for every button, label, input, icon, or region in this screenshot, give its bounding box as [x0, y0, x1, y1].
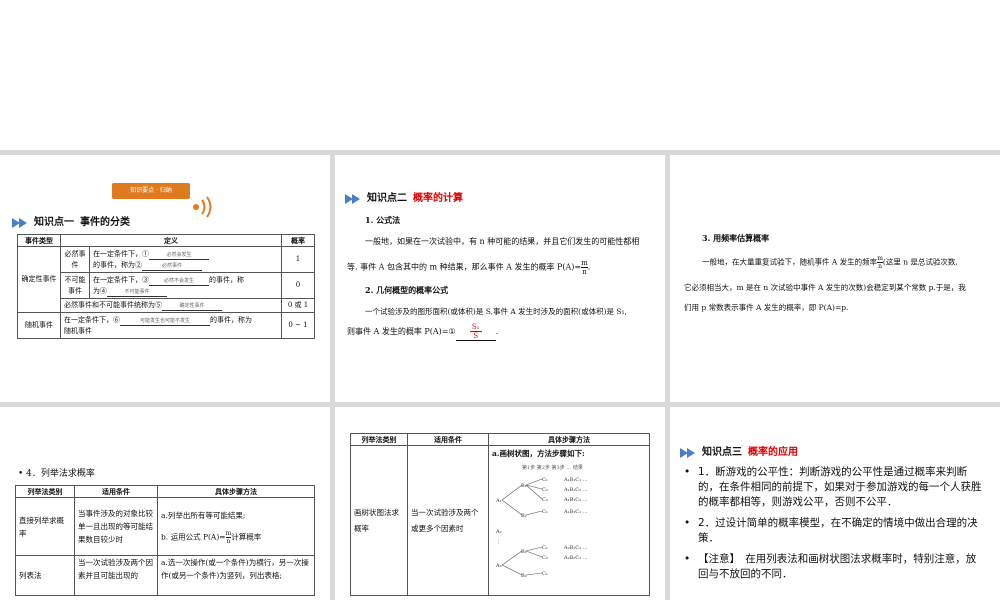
svg-text:B₁: B₁: [521, 483, 527, 489]
svg-text:C₁: C₁: [542, 509, 548, 515]
list-method-condition: 当一次试验涉及两个因素并且可能出现的: [74, 555, 158, 596]
tree-result: A₂B₁C₁ …: [563, 545, 588, 551]
svg-text:B₁: B₁: [521, 549, 527, 555]
svg-text:C₁: C₁: [542, 477, 548, 483]
tree-result: A₁B₁C₂ …: [563, 487, 588, 493]
application-list: 1．断游戏的公平性：判断游戏的公平性是通过概率来判断的，在条件相同的前提下，如果…: [680, 465, 986, 588]
impossible-probability: 0: [281, 272, 315, 299]
section-heading: 3. 用频率估算概率: [702, 233, 770, 243]
certain-combined-definition: 必然事件和不可能事件统称为⑤ 确定性事件: [60, 298, 282, 313]
tree-result: A₁B₁C₃ …: [563, 497, 588, 503]
list-method-steps: a.选一次操作(或一个条件)为横行，另一次操作(或另一个条件)为竖列，列出表格;: [157, 555, 315, 596]
sure-probability: 1: [281, 246, 315, 273]
certain-event-cell: 确定性事件: [17, 246, 61, 313]
sure-event-definition: 在一定条件下，① 必然会发生 的事件，称为② 必然事件: [89, 246, 282, 273]
double-arrow-icon: [12, 217, 30, 228]
svg-text:C₁: C₁: [542, 545, 548, 551]
slide-thumbnail-1[interactable]: 知识要点 · 归纳 知识点一 事件的分类 事件类型 定义 概率 确定性事件 必然事…: [0, 155, 330, 402]
double-arrow-icon: [345, 193, 363, 204]
sound-wave-icon: [193, 196, 212, 218]
knowledge-point-heading: 知识点二 概率的计算: [345, 189, 463, 204]
svg-text:Aₙ: Aₙ: [495, 563, 502, 569]
slide-thumbnail-4[interactable]: • 4．列举法求概率 列举法类别 适用条件 具体步骤方法 直接列举求概率 当事件…: [0, 407, 330, 600]
frequency-line2: 它必须相当大，m 是在 n 次试验中事件 A 发生的次数)会稳定到某个常数 p.…: [684, 283, 966, 292]
section-heading: 1. 公式法: [365, 215, 401, 225]
svg-text:C₃: C₃: [542, 497, 548, 503]
header-steps: 具体步骤方法: [157, 485, 315, 498]
double-arrow-icon: [680, 447, 698, 458]
header-method-type: 列举法类别: [350, 433, 408, 446]
header-probability: 概率: [281, 234, 315, 247]
impossible-event-cell: 不可能事件: [60, 272, 90, 299]
formula-paragraph-line2: 等. 事件 A 包含其中的 m 种结果，那么事件 A 发生的概率 P(A)= m n…: [347, 259, 591, 276]
svg-text:B₂: B₂: [521, 513, 527, 519]
enumeration-method-table: 列举法类别 适用条件 具体步骤方法 直接列举求概率 当事件涉及的对象比较单一且出…: [15, 485, 315, 596]
header-method-type: 列举法类别: [15, 485, 75, 498]
svg-text:A₁: A₁: [495, 498, 502, 504]
section-heading: • 4．列举法求概率: [18, 469, 95, 479]
certain-probability: 0 或 1: [281, 298, 315, 313]
section-badge: 知识要点 · 归纳: [112, 183, 190, 199]
tree-method-type: 画树状图法求概率: [350, 445, 408, 596]
list-item: 2．过设计简单的概率模型，在不确定的情境中做出合理的决策．: [680, 516, 986, 546]
tree-step-header: 第1步 第2步 第3步 … 结果: [522, 465, 583, 471]
tree-diagram: A₁ B₁ B₂ C₁ C₂ C₃ C₁ A₂ ⋮ Aₙ B₁ B₂ C₁ C₂ C₁ A₁B₁C₁…: [495, 477, 588, 579]
section-heading: 2. 几何概型的概率公式: [365, 285, 449, 295]
svg-text:⋮: ⋮: [496, 539, 501, 545]
knowledge-point-heading: 知识点三 概率的应用: [680, 443, 798, 458]
direct-enumeration-type: 直接列举求概率: [15, 497, 75, 556]
slide-thumbnail-5[interactable]: 列举法类别 适用条件 具体步骤方法 画树状图法求概率 当一次试验涉及两个或更多个…: [335, 407, 665, 600]
frequency-line3: 们用 p 常数表示事件 A 发生的概率，即 P(A)=p.: [684, 303, 849, 312]
header-condition: 适用条件: [407, 433, 489, 446]
sure-event-cell: 必然事件: [60, 246, 90, 273]
direct-enumeration-condition: 当事件涉及的对象比较单一且出现的等可能结果数目较少时: [74, 497, 158, 556]
tree-result: A₁B₂C₁ …: [563, 509, 588, 515]
tree-method-condition: 当一次试验涉及两个或更多个因素时: [407, 445, 489, 596]
slide-thumbnail-3[interactable]: 3. 用频率估算概率 一般地，在大量重复试验下，随机事件 A 发生的频率 m n (这…: [670, 155, 1000, 402]
knowledge-point-heading: 知识点一 事件的分类: [12, 213, 130, 228]
frequency-line1: 一般地，在大量重复试验下，随机事件 A 发生的频率 m n (这里 n 是总试验次数,: [702, 255, 958, 270]
tree-result: A₂B₂C₁ …: [563, 555, 588, 561]
header-definition: 定义: [60, 234, 282, 247]
svg-text:B₂: B₂: [521, 573, 527, 579]
tree-diagram-table: 列举法类别 适用条件 具体步骤方法 画树状图法求概率 当一次试验涉及两个或更多个…: [350, 433, 650, 596]
slide-thumbnail-2[interactable]: 知识点二 概率的计算 1. 公式法 一般地，如果在一次试验中，有 n 种可能的结果…: [335, 155, 665, 402]
tree-method-steps: a.画树状图，方法步骤如下: 第1步 第2步 第3步 … 结果 A₁ B₁ B₂ C…: [488, 445, 650, 596]
geometric-paragraph-line1: 一个试验涉及的图形面积(或体积)是 S,事件 A 发生时涉及的面积(或体积)是 …: [365, 307, 627, 316]
direct-enumeration-steps: a.列举出所有等可能结果; b. 运用公式 P(A)= m n 计算概率: [157, 497, 315, 556]
slide-thumbnail-6[interactable]: 知识点三概率的应用 1．断游戏的公平性：判断游戏的公平性是通过概率来判断的，在条…: [670, 407, 1000, 600]
random-event-cell: 随机事件: [17, 312, 61, 339]
list-method-type: 列表法: [15, 555, 75, 596]
svg-text:C₂: C₂: [542, 555, 548, 561]
list-item: 【注意】 在用列表法和画树状图法求概率时，特别注意，放回与不放回的不同．: [680, 552, 986, 582]
top-blank-area: [0, 0, 1000, 150]
header-event-type: 事件类型: [17, 234, 61, 247]
geometric-paragraph-line2: 则事件 A 发生的概率 P(A)=① S₁ S.: [347, 323, 499, 341]
header-condition: 适用条件: [74, 485, 158, 498]
event-classification-table: 事件类型 定义 概率 确定性事件 必然事件 在一定条件下，① 必然会发生 的事件，称…: [17, 234, 315, 339]
list-item: 1．断游戏的公平性：判断游戏的公平性是通过概率来判断的，在条件相同的前提下，如果…: [680, 465, 986, 510]
tree-result: A₁B₁C₁ …: [563, 477, 588, 483]
header-steps: 具体步骤方法: [488, 433, 650, 446]
answer-fraction: S₁ S: [455, 323, 496, 341]
formula-paragraph-line1: 一般地，如果在一次试验中，有 n 种可能的结果，并且它们发生的可能性都相: [365, 237, 640, 246]
impossible-event-definition: 在一定条件下，③ 必然不会发生 的事件，称 为④ 不可能事件: [89, 272, 282, 299]
random-event-definition: 在一定条件下，⑥ 可能发生也可能不发生 的事件，称为 随机事件: [60, 312, 282, 339]
svg-text:C₁: C₁: [542, 571, 548, 577]
random-probability: 0 ~ 1: [281, 312, 315, 339]
svg-text:C₂: C₂: [542, 487, 548, 493]
svg-text:A₂: A₂: [495, 529, 502, 535]
fraction: mn: [581, 259, 588, 276]
